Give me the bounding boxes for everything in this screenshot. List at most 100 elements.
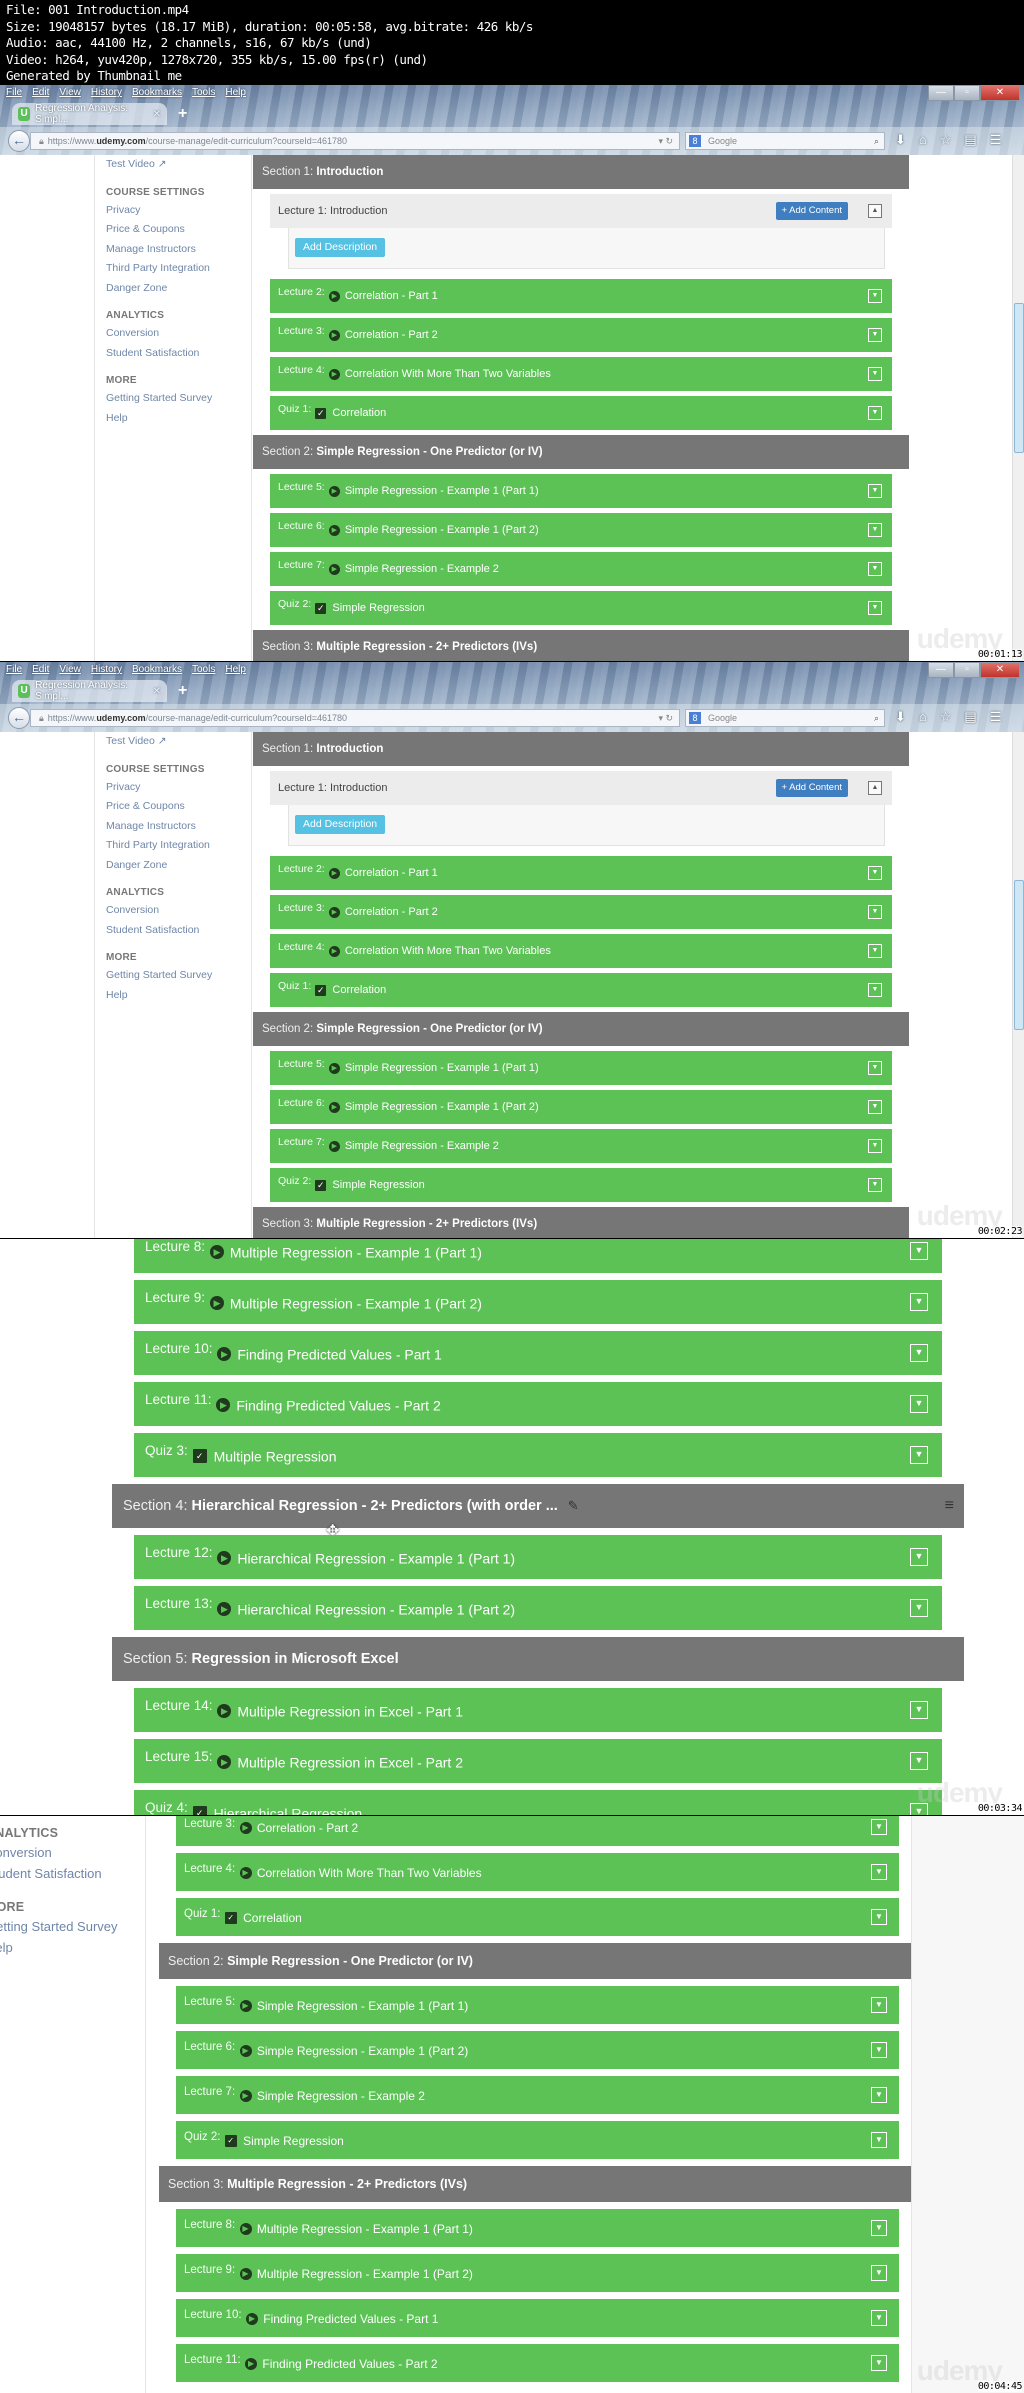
sidebar-link-conversion[interactable]: Conversion xyxy=(106,324,251,344)
expand-toggle-icon[interactable]: ▼ xyxy=(868,905,882,919)
expand-toggle-icon[interactable]: ▼ xyxy=(910,1344,928,1362)
expand-toggle-icon[interactable]: ▼ xyxy=(871,2042,887,2058)
lecture-row[interactable]: Lecture 5: ▶ Simple Regression - Example… xyxy=(270,474,892,508)
quiz-row[interactable]: Quiz 2: ✓ Simple Regression ▼ xyxy=(176,2121,899,2159)
expand-toggle-icon[interactable]: ▼ xyxy=(868,406,882,420)
scrollbar-thumb[interactable] xyxy=(1014,880,1024,1030)
expand-toggle-icon[interactable]: ▼ xyxy=(871,2265,887,2281)
lecture-row-expanded[interactable]: Lecture 1: Introduction + Add Content ▲ xyxy=(270,771,892,805)
expand-toggle-icon[interactable]: ▼ xyxy=(871,2355,887,2371)
restore-button[interactable]: ▫ xyxy=(954,662,980,678)
menu-history[interactable]: History xyxy=(91,87,122,98)
reload-icon[interactable]: ▾ ↻ xyxy=(658,133,673,149)
sidebar-link-student-satisfaction[interactable]: Student Satisfaction xyxy=(0,1863,145,1884)
expand-toggle-icon[interactable]: ▼ xyxy=(868,866,882,880)
expand-toggle-icon[interactable]: ▼ xyxy=(868,1178,882,1192)
sidebar-link-help[interactable]: Help xyxy=(106,986,251,1006)
minimize-button[interactable]: — xyxy=(928,662,954,678)
clipboard-icon[interactable]: ▤ xyxy=(964,709,976,725)
section-header[interactable]: Section 5: Regression in Microsoft Excel xyxy=(112,1637,964,1681)
expand-toggle-icon[interactable]: ▼ xyxy=(868,1139,882,1153)
quiz-row[interactable]: Quiz 3: ✓ Multiple Regression ▼ xyxy=(134,1433,942,1477)
sidebar-link-price-coupons[interactable]: Price & Coupons xyxy=(106,220,251,240)
quiz-row[interactable]: Quiz 1: ✓ Correlation ▼ xyxy=(270,396,892,430)
expand-toggle-icon[interactable]: ▼ xyxy=(871,1864,887,1880)
expand-toggle-icon[interactable]: ▼ xyxy=(910,1242,928,1260)
sidebar-link-help[interactable]: Help xyxy=(0,1937,145,1958)
quiz-row[interactable]: Quiz 1: ✓ Correlation ▼ xyxy=(270,973,892,1007)
section-header[interactable]: Section 4: Hierarchical Regression - 2+ … xyxy=(112,1484,964,1540)
expand-toggle-icon[interactable]: ▼ xyxy=(910,1599,928,1617)
search-bar[interactable]: 8 Google ⌕ xyxy=(685,709,885,727)
add-content-button[interactable]: + Add Content xyxy=(775,202,848,220)
sidebar-link-conversion[interactable]: Conversion xyxy=(0,1842,145,1863)
expand-toggle-icon[interactable]: ▼ xyxy=(868,367,882,381)
expand-toggle-icon[interactable]: ▼ xyxy=(868,601,882,615)
lecture-row[interactable]: Lecture 8: ▶ Multiple Regression - Examp… xyxy=(134,1239,942,1273)
hamburger-menu-icon[interactable]: ☰ xyxy=(990,709,1002,725)
lecture-row-expanded[interactable]: Lecture 1: Introduction + Add Content ▲ xyxy=(270,194,892,228)
expand-toggle-icon[interactable]: ▼ xyxy=(868,523,882,537)
lecture-row[interactable]: Lecture 7: ▶ Simple Regression - Example… xyxy=(270,1129,892,1163)
lecture-row[interactable]: Lecture 10: ▶ Finding Predicted Values -… xyxy=(176,2299,899,2337)
quiz-row[interactable]: Quiz 4: ✓ Hierarchical Regression ▼ xyxy=(134,1790,942,1815)
add-description-button[interactable]: Add Description xyxy=(295,815,386,834)
expand-toggle-icon[interactable]: ▼ xyxy=(871,1909,887,1925)
restore-button[interactable]: ▫ xyxy=(954,85,980,101)
bookmark-star-icon[interactable]: ☆ xyxy=(940,709,952,725)
scrollbar[interactable] xyxy=(1012,155,1024,661)
edit-pencil-icon[interactable]: ✎ xyxy=(568,1484,579,1528)
sidebar-link-price-coupons[interactable]: Price & Coupons xyxy=(106,797,251,817)
sidebar-link-student-satisfaction[interactable]: Student Satisfaction xyxy=(106,921,251,941)
search-icon[interactable]: ⌕ xyxy=(874,133,879,149)
expand-toggle-icon[interactable]: ▼ xyxy=(868,944,882,958)
lecture-row[interactable]: Lecture 9: ▶ Multiple Regression - Examp… xyxy=(134,1280,942,1324)
lecture-row[interactable]: Lecture 4: ▶ Correlation With More Than … xyxy=(270,934,892,968)
google-engine-icon[interactable]: 8 xyxy=(689,135,701,147)
expand-toggle-icon[interactable]: ▼ xyxy=(910,1701,928,1719)
lecture-row[interactable]: Lecture 7: ▶ Simple Regression - Example… xyxy=(176,2076,899,2114)
menu-edit[interactable]: Edit xyxy=(32,664,49,675)
expand-toggle-icon[interactable]: ▼ xyxy=(871,2220,887,2236)
sidebar-link-conversion[interactable]: Conversion xyxy=(106,901,251,921)
hamburger-menu-icon[interactable]: ☰ xyxy=(990,132,1002,148)
lecture-row[interactable]: Lecture 5: ▶ Simple Regression - Example… xyxy=(270,1051,892,1085)
collapse-toggle-icon[interactable]: ▲ xyxy=(868,781,882,795)
expand-toggle-icon[interactable]: ▼ xyxy=(868,562,882,576)
section-header[interactable]: Section 1: Introduction xyxy=(253,732,909,766)
menu-bookmarks[interactable]: Bookmarks xyxy=(132,664,182,675)
expand-toggle-icon[interactable]: ▼ xyxy=(910,1752,928,1770)
expand-toggle-icon[interactable]: ▼ xyxy=(871,2087,887,2103)
expand-toggle-icon[interactable]: ▼ xyxy=(868,1100,882,1114)
menu-help[interactable]: Help xyxy=(225,87,246,98)
expand-toggle-icon[interactable]: ▼ xyxy=(910,1548,928,1566)
new-tab-button[interactable]: + xyxy=(178,682,187,700)
lecture-row[interactable]: Lecture 2: ▶ Correlation - Part 1 ▼ xyxy=(270,856,892,890)
expand-toggle-icon[interactable]: ▼ xyxy=(871,2132,887,2148)
section-header[interactable]: Section 2: Simple Regression - One Predi… xyxy=(253,435,909,469)
reload-icon[interactable]: ▾ ↻ xyxy=(658,710,673,726)
menu-bookmarks[interactable]: Bookmarks xyxy=(132,87,182,98)
section-header[interactable]: Section 2: Simple Regression - One Predi… xyxy=(159,1943,911,1979)
sidebar-link-danger-zone[interactable]: Danger Zone xyxy=(106,856,251,876)
expand-toggle-icon[interactable]: ▼ xyxy=(910,1446,928,1464)
sidebar-link-manage-instructors[interactable]: Manage Instructors xyxy=(106,240,251,260)
sidebar-link-getting-started-survey[interactable]: Getting Started Survey xyxy=(106,966,251,986)
section-header[interactable]: Section 1: Introduction xyxy=(253,155,909,189)
scrollbar-thumb[interactable] xyxy=(1014,303,1024,453)
expand-toggle-icon[interactable]: ▼ xyxy=(868,289,882,303)
back-button[interactable]: ← xyxy=(8,130,30,152)
expand-toggle-icon[interactable]: ▼ xyxy=(871,1997,887,2013)
sidebar-link-privacy[interactable]: Privacy xyxy=(106,778,251,798)
lecture-row[interactable]: Lecture 3: ▶ Correlation - Part 2 ▼ xyxy=(270,318,892,352)
lecture-row[interactable]: Lecture 3: ▶ Correlation - Part 2 ▼ xyxy=(176,1816,899,1846)
menu-edit[interactable]: Edit xyxy=(32,87,49,98)
clipboard-icon[interactable]: ▤ xyxy=(964,132,976,148)
sidebar-link-help[interactable]: Help xyxy=(106,409,251,429)
expand-toggle-icon[interactable]: ▼ xyxy=(871,1819,887,1835)
lecture-row[interactable]: Lecture 8: ▶ Multiple Regression - Examp… xyxy=(176,2209,899,2247)
menu-history[interactable]: History xyxy=(91,664,122,675)
sidebar-link-manage-instructors[interactable]: Manage Instructors xyxy=(106,817,251,837)
lecture-row[interactable]: Lecture 15: ▶ Multiple Regression in Exc… xyxy=(134,1739,942,1783)
menu-file[interactable]: File xyxy=(6,664,22,675)
